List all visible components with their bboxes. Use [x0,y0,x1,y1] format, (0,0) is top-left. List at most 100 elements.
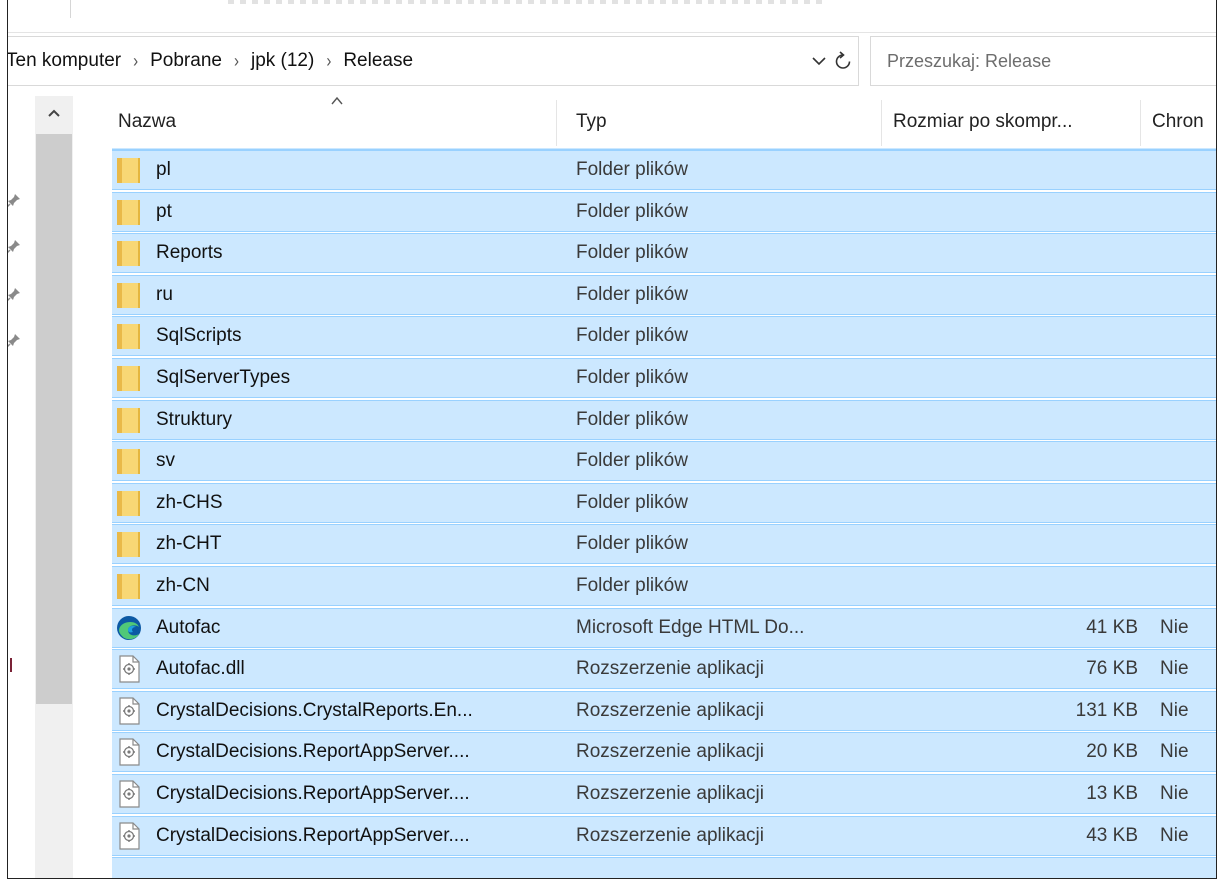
file-name-cell[interactable]: CrystalDecisions.CrystalReports.En... [112,692,562,730]
file-name-cell[interactable]: CrystalDecisions.ReportAppServer.... [112,775,562,813]
table-row[interactable]: CrystalDecisions.ReportAppServer.... Rozs… [112,774,1216,814]
table-row[interactable]: sv Folder plików [112,441,1216,482]
pin-icon[interactable] [7,192,22,208]
search-box[interactable] [870,36,1216,86]
file-name-cell[interactable]: pl [112,151,562,189]
file-size [882,193,1138,231]
column-header-name[interactable]: Nazwa [118,96,548,148]
file-name-cell[interactable]: pt [112,193,562,231]
table-row[interactable]: zh-CHT Folder plików [112,524,1216,565]
scrollbar-thumb[interactable] [36,134,72,704]
table-row[interactable]: Autofac.dll Rozszerzenie aplikacji 76 KB Ni… [112,649,1216,690]
file-name-cell[interactable]: Reports [112,234,562,272]
file-name: zh-CHT [156,533,222,555]
pin-icon[interactable] [7,286,22,302]
file-type: Folder plików [576,491,688,513]
file-name-cell[interactable]: Autofac.dll [112,650,562,688]
file-name-cell[interactable]: sv [112,442,562,480]
file-name-cell[interactable]: CrystalDecisions.ReportAppServer.... [112,817,562,855]
table-row[interactable]: zh-CHS Folder plików [112,482,1216,523]
file-type: Folder plików [576,242,688,264]
table-row[interactable]: ru Folder plików [112,274,1216,315]
nav-item-marker [10,658,12,672]
column-header-size[interactable]: Rozmiar po skompr... [893,96,1139,148]
table-row[interactable]: Reports Folder plików [112,233,1216,274]
chevron-right-icon[interactable]: › [326,51,331,71]
scroll-up-button[interactable] [35,96,73,130]
column-header-type[interactable]: Typ [576,96,876,148]
file-size [882,317,1138,355]
file-name-cell[interactable]: Autofac [112,609,562,647]
column-header-compressed[interactable]: Chron [1152,96,1216,148]
folder-icon [112,445,146,477]
dll-icon [112,736,146,768]
file-type: Rozszerzenie aplikacji [576,824,764,846]
ribbon-remnant [8,0,1216,33]
file-type: Folder plików [576,367,688,388]
table-row[interactable]: SqlScripts Folder plików [112,316,1216,357]
table-row[interactable]: pl Folder plików [112,150,1216,190]
refresh-button[interactable] [832,49,854,73]
file-name-cell[interactable]: zh-CHS [112,484,562,522]
file-compressed: Nie [1160,741,1189,763]
folder-icon [112,528,146,560]
cropped-text [228,0,828,4]
file-name-cell[interactable]: SqlServerTypes [112,359,562,397]
file-name: CrystalDecisions.ReportAppServer.... [156,783,470,804]
table-row[interactable]: Autofac Microsoft Edge HTML Do... 41 KB Nie [112,607,1216,648]
file-name: zh-CHS [156,491,223,513]
folder-icon [112,279,146,311]
file-name-cell[interactable]: SqlScripts [112,317,562,355]
breadcrumb-downloads[interactable]: Pobrane [150,50,222,72]
column-divider[interactable] [1140,100,1141,146]
pin-icon[interactable] [7,238,22,254]
folder-icon [112,320,146,352]
file-size [882,484,1138,522]
table-row[interactable]: CrystalDecisions.ReportAppServer.... Rozs… [112,815,1216,856]
file-size [882,234,1138,272]
file-name-cell[interactable]: CrystalDecisions.ReportAppServer.... [112,733,562,771]
chevron-right-icon[interactable]: › [234,51,239,71]
address-bar[interactable]: Ten komputer › Pobrane › jpk (12) › Rele… [8,36,859,86]
file-name: CrystalDecisions.CrystalReports.En... [156,699,473,721]
table-row[interactable]: CrystalDecisions.CrystalReports.En... Roz… [112,690,1216,731]
table-row[interactable] [112,857,1216,878]
table-row[interactable]: Struktury Folder plików [112,399,1216,440]
file-size: 43 KB [1086,824,1138,846]
file-compressed [1160,193,1216,231]
breadcrumb-release[interactable]: Release [343,50,413,72]
file-name: pt [156,200,172,222]
file-name-cell[interactable]: Struktury [112,401,562,439]
chevron-right-icon[interactable]: › [133,51,138,71]
file-name-cell[interactable]: zh-CN [112,567,562,605]
file-name: SqlScripts [156,325,242,347]
breadcrumb-this-pc[interactable]: Ten komputer [8,50,121,72]
file-compressed: Nie [1160,658,1189,680]
file-type: Folder plików [576,408,688,430]
table-row[interactable]: CrystalDecisions.ReportAppServer.... Rozs… [112,732,1216,773]
file-name: CrystalDecisions.ReportAppServer.... [156,824,470,846]
file-name: ru [156,283,173,305]
file-size [882,359,1138,397]
file-name: Reports [156,242,223,264]
file-compressed: Nie [1160,699,1189,721]
file-name-cell[interactable]: ru [112,276,562,314]
edge-icon [112,612,146,644]
column-divider[interactable] [556,100,557,146]
table-row[interactable]: pt Folder plików [112,191,1216,232]
table-row[interactable]: zh-CN Folder plików [112,566,1216,606]
file-name-cell[interactable]: zh-CHT [112,525,562,563]
column-divider[interactable] [881,100,882,146]
table-row[interactable]: SqlServerTypes Folder plików [112,358,1216,398]
file-compressed [1160,484,1216,522]
file-compressed [1160,567,1216,605]
file-type: Folder plików [576,450,688,472]
history-dropdown-button[interactable] [808,50,830,72]
file-name: pl [156,159,171,180]
breadcrumb-jpk[interactable]: jpk (12) [251,50,314,72]
pin-icon[interactable] [7,332,22,348]
file-type: Folder plików [576,533,688,555]
file-list: pl Folder plików pt Folder plików Reports Fol… [112,148,1216,878]
nav-scrollbar[interactable] [35,96,73,878]
search-input[interactable] [885,49,1209,73]
